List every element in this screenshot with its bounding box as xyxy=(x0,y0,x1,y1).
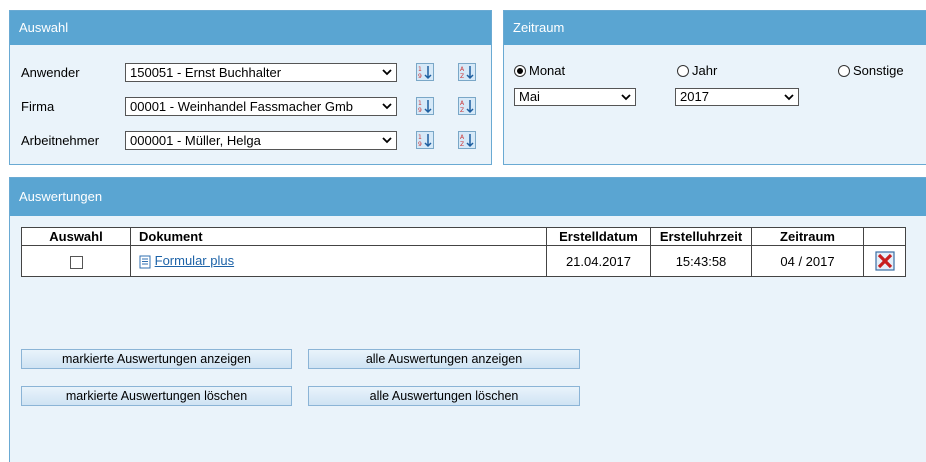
document-cell: Formular plus xyxy=(130,245,547,277)
show-marked-button[interactable]: markierte Auswertungen anzeigen xyxy=(21,349,292,369)
show-all-button[interactable]: alle Auswertungen anzeigen xyxy=(308,349,580,369)
svg-text:Z: Z xyxy=(460,107,464,114)
delete-marked-button[interactable]: markierte Auswertungen löschen xyxy=(21,386,292,406)
svg-text:Z: Z xyxy=(460,73,464,80)
col-erstelldatum: Erstelldatum xyxy=(546,227,651,246)
month-select[interactable]: Mai xyxy=(514,88,636,106)
date-cell: 21.04.2017 xyxy=(546,245,651,277)
radio-dot xyxy=(838,64,850,77)
sort-alpha-icon: AZ xyxy=(460,66,474,80)
svg-text:9: 9 xyxy=(418,73,422,80)
arbeitnehmer-label: Arbeitnehmer xyxy=(21,133,100,148)
row-select-cell xyxy=(21,245,131,277)
auswertungen-header: Auswertungen xyxy=(10,178,926,216)
table-row: Formular plus 21.04.2017 15:43:58 04 / 2… xyxy=(21,245,906,277)
auswahl-panel: Auswahl Anwender 150051 - Ernst Buchhalt… xyxy=(9,10,492,165)
chevron-down-icon xyxy=(784,94,794,101)
auswahl-header: Auswahl xyxy=(10,11,491,45)
firma-value: 00001 - Weinhandel Fassmacher Gmb xyxy=(130,99,354,114)
chevron-down-icon xyxy=(382,137,392,144)
radio-dot xyxy=(677,64,689,77)
chevron-down-icon xyxy=(382,103,392,110)
svg-text:A: A xyxy=(460,66,465,73)
year-select[interactable]: 2017 xyxy=(675,88,799,106)
col-dokument: Dokument xyxy=(130,227,547,246)
svg-text:A: A xyxy=(460,100,465,107)
radio-monat[interactable]: Monat xyxy=(514,63,565,78)
arbeitnehmer-select[interactable]: 000001 - Müller, Helga xyxy=(125,131,397,150)
radio-monat-label: Monat xyxy=(529,63,566,78)
sort-alpha-button-anwender[interactable]: AZ xyxy=(458,63,476,81)
table-header-row: Auswahl Dokument Erstelldatum Erstelluhr… xyxy=(21,227,906,246)
chevron-down-icon xyxy=(621,94,631,101)
auswertungen-panel: Auswertungen Auswahl Dokument Erstelldat… xyxy=(9,177,926,462)
radio-sonstige[interactable]: Sonstige xyxy=(838,63,904,78)
col-delete xyxy=(863,227,906,246)
svg-text:A: A xyxy=(460,134,465,141)
sort-alpha-button-firma[interactable]: AZ xyxy=(458,97,476,115)
sort-numeric-button-anwender[interactable]: 19 xyxy=(416,63,434,81)
sort-alpha-icon: AZ xyxy=(460,134,474,148)
svg-text:9: 9 xyxy=(418,141,422,148)
svg-text:1: 1 xyxy=(418,134,422,141)
anwender-label: Anwender xyxy=(21,65,80,80)
sort-numeric-button-arbeitnehmer[interactable]: 19 xyxy=(416,131,434,149)
firma-label: Firma xyxy=(21,99,55,114)
col-erstelluhrzeit: Erstelluhrzeit xyxy=(650,227,752,246)
sort-numeric-icon: 19 xyxy=(418,134,432,148)
radio-jahr[interactable]: Jahr xyxy=(677,63,717,78)
zeitraum-header: Zeitraum xyxy=(504,11,926,45)
sort-numeric-button-firma[interactable]: 19 xyxy=(416,97,434,115)
delete-button[interactable] xyxy=(874,251,895,271)
anwender-select[interactable]: 150051 - Ernst Buchhalter xyxy=(125,63,397,82)
svg-text:1: 1 xyxy=(418,66,422,73)
zeitraum-panel: Zeitraum Monat Jahr Sonstige Mai 2017 xyxy=(503,10,926,165)
period-cell: 04 / 2017 xyxy=(751,245,864,277)
year-value: 2017 xyxy=(680,89,709,104)
firma-select[interactable]: 00001 - Weinhandel Fassmacher Gmb xyxy=(125,97,397,116)
radio-sonstige-label: Sonstige xyxy=(853,63,904,78)
delete-cell xyxy=(863,245,906,277)
radio-jahr-label: Jahr xyxy=(692,63,718,78)
sort-numeric-icon: 19 xyxy=(418,66,432,80)
sort-numeric-icon: 19 xyxy=(418,100,432,114)
auswertungen-table: Auswahl Dokument Erstelldatum Erstelluhr… xyxy=(21,227,906,277)
sort-alpha-icon: AZ xyxy=(460,100,474,114)
col-auswahl: Auswahl xyxy=(21,227,131,246)
month-value: Mai xyxy=(519,89,540,104)
svg-text:9: 9 xyxy=(418,107,422,114)
document-icon xyxy=(139,255,151,269)
radio-dot xyxy=(514,64,526,77)
delete-all-button[interactable]: alle Auswertungen löschen xyxy=(308,386,580,406)
arbeitnehmer-value: 000001 - Müller, Helga xyxy=(130,133,261,148)
anwender-value: 150051 - Ernst Buchhalter xyxy=(130,65,282,80)
row-checkbox[interactable] xyxy=(69,255,83,269)
document-link[interactable]: Formular plus xyxy=(155,253,234,268)
chevron-down-icon xyxy=(382,69,392,76)
sort-alpha-button-arbeitnehmer[interactable]: AZ xyxy=(458,131,476,149)
time-cell: 15:43:58 xyxy=(650,245,752,277)
svg-text:Z: Z xyxy=(460,141,464,148)
delete-x-icon xyxy=(874,251,895,271)
svg-text:1: 1 xyxy=(418,100,422,107)
col-zeitraum: Zeitraum xyxy=(751,227,864,246)
